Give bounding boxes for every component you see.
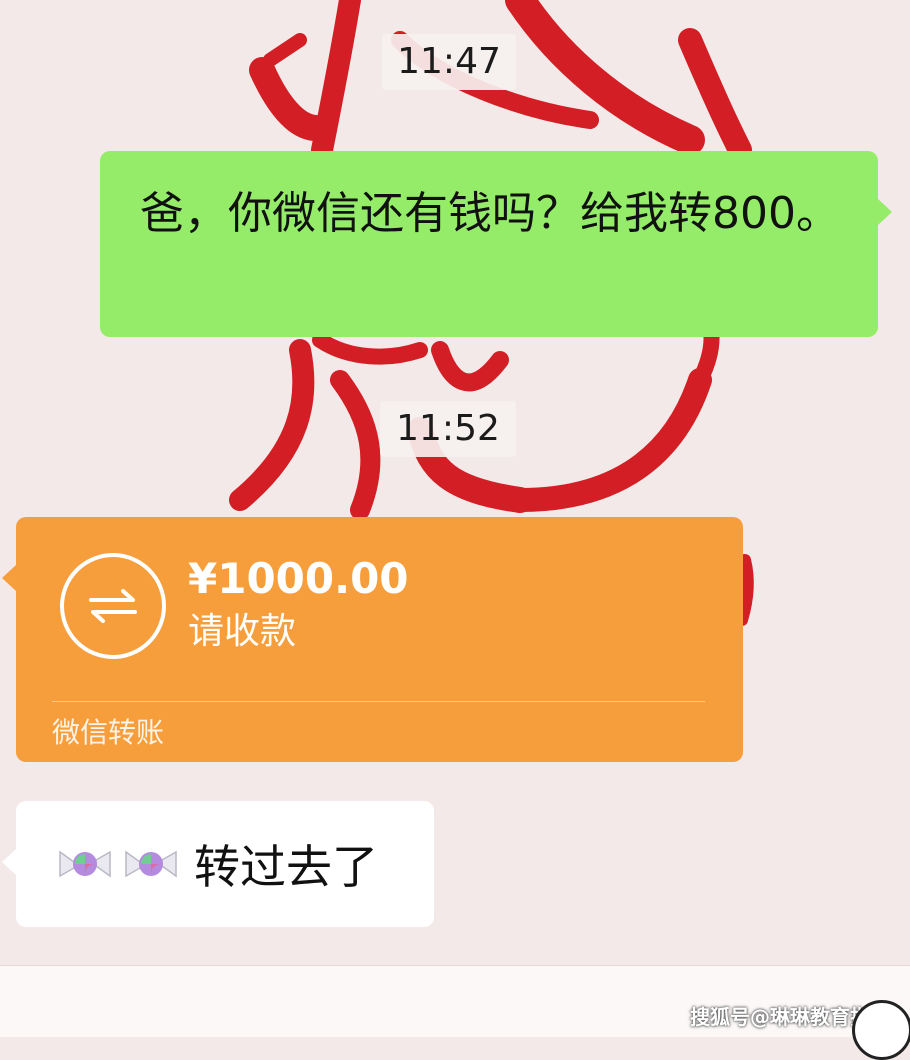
transfer-footer-label: 微信转账: [52, 716, 165, 749]
incoming-message-bubble[interactable]: 转过去了: [2, 801, 434, 927]
outgoing-message-bubble[interactable]: 爸，你微信还有钱吗？给我转800。: [100, 151, 892, 337]
voice-button-partial[interactable]: [852, 1000, 910, 1060]
candy-icon: [125, 850, 177, 878]
transfer-amount: ¥1000.00: [188, 554, 409, 603]
wechat-transfer-card[interactable]: ¥1000.00 请收款 微信转账: [2, 517, 743, 762]
timestamp: 11:47: [382, 34, 516, 90]
candy-icon: [59, 850, 111, 878]
timestamp: 11:52: [380, 401, 516, 457]
divider: [52, 701, 705, 702]
incoming-message-text: 转过去了: [194, 840, 378, 894]
transfer-status: 请收款: [188, 611, 297, 652]
transfer-arrows-icon: [60, 553, 166, 659]
outgoing-message-text: 爸，你微信还有钱吗？给我转800。: [140, 188, 840, 239]
